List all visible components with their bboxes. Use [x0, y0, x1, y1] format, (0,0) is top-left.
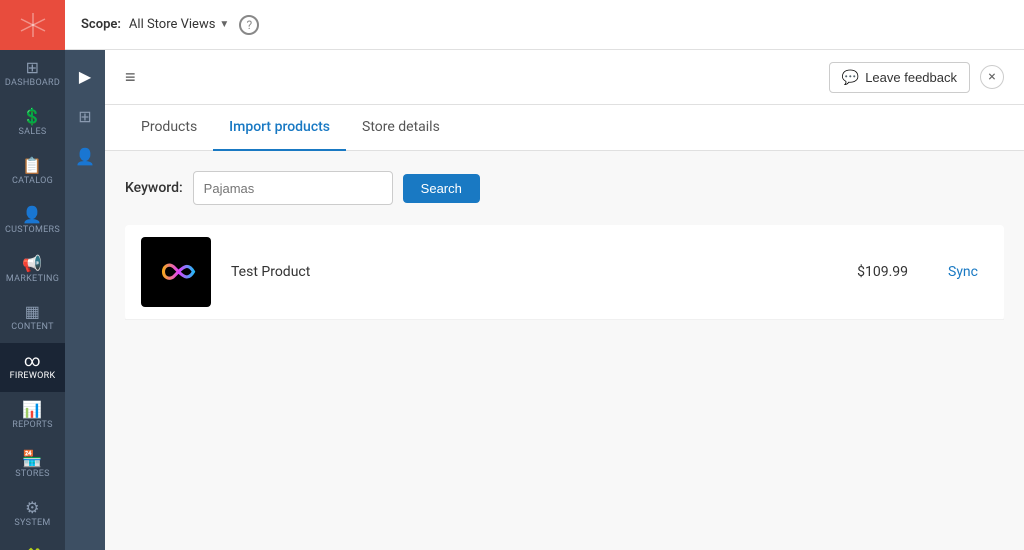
- sync-link[interactable]: Sync: [948, 264, 988, 280]
- sidebar-item-label: Catalog: [12, 177, 53, 187]
- sub-sidebar-user[interactable]: 👤: [67, 138, 103, 174]
- sidebar-item-label: Firework: [10, 372, 56, 382]
- main-area: Scope: All Store Views ▼ ? ▶ ⊞ 👤 ≡: [65, 0, 1024, 550]
- system-icon: ⚙: [25, 500, 40, 516]
- sidebar-item-catalog[interactable]: 📋 Catalog: [0, 148, 65, 197]
- play-icon: ▶: [79, 67, 91, 86]
- tab-store-details[interactable]: Store details: [346, 105, 456, 151]
- content-wrapper: ▶ ⊞ 👤 ≡ 💬 Leave feedback ×: [65, 50, 1024, 550]
- sidebar-item-system[interactable]: ⚙ System: [0, 490, 65, 539]
- close-icon: ×: [988, 69, 995, 85]
- tab-products[interactable]: Products: [125, 105, 213, 151]
- sidebar-item-label: Reports: [12, 421, 52, 431]
- sidebar-item-partners[interactable]: 🧩 Find Partners & Extensions: [0, 539, 65, 550]
- product-list: Test Product $109.99 Sync: [125, 225, 1004, 320]
- dashboard-icon: ⊞: [26, 60, 40, 76]
- main-panel: Keyword: Search: [105, 151, 1024, 550]
- sales-icon: 💲: [22, 109, 42, 125]
- stores-icon: 🏪: [22, 451, 42, 467]
- product-name: Test Product: [231, 264, 828, 280]
- page-header-right: 💬 Leave feedback ×: [829, 62, 1004, 93]
- sidebar-item-sales[interactable]: 💲 Sales: [0, 99, 65, 148]
- sidebar-item-label: System: [14, 519, 50, 529]
- sub-sidebar-grid[interactable]: ⊞: [67, 98, 103, 134]
- product-thumbnail: [141, 237, 211, 307]
- page-content: ≡ 💬 Leave feedback × Products Im: [105, 50, 1024, 550]
- sidebar-item-marketing[interactable]: 📢 Marketing: [0, 246, 65, 295]
- scope-value: All Store Views: [129, 17, 216, 32]
- sidebar-item-label: Marketing: [6, 275, 59, 285]
- scope-select[interactable]: All Store Views ▼: [129, 17, 229, 32]
- sidebar-item-dashboard[interactable]: ⊞ Dashboard: [0, 50, 65, 99]
- marketing-icon: 📢: [22, 256, 42, 272]
- tabs: Products Import products Store details: [105, 105, 1024, 151]
- hamburger-menu[interactable]: ≡: [125, 67, 136, 88]
- sidebar-nav: ⊞ Dashboard 💲 Sales 📋 Catalog 👤 Customer…: [0, 50, 65, 550]
- keyword-label: Keyword:: [125, 180, 183, 196]
- sidebar-item-reports[interactable]: 📊 Reports: [0, 392, 65, 441]
- sidebar-logo: [0, 0, 65, 50]
- reports-icon: 📊: [22, 402, 42, 418]
- sidebar-item-customers[interactable]: 👤 Customers: [0, 197, 65, 246]
- sidebar-item-label: Stores: [15, 470, 50, 480]
- sidebar-item-label: Sales: [18, 128, 46, 138]
- sidebar-item-firework[interactable]: ∞ Firework: [0, 343, 65, 392]
- sub-sidebar-play[interactable]: ▶: [67, 58, 103, 94]
- sub-sidebar: ▶ ⊞ 👤: [65, 50, 105, 550]
- keyword-input[interactable]: [193, 171, 393, 205]
- search-row: Keyword: Search: [125, 171, 1004, 205]
- grid-icon: ⊞: [78, 107, 91, 126]
- firework-icon: ∞: [24, 353, 41, 369]
- sidebar-item-label: Customers: [5, 226, 60, 236]
- table-row: Test Product $109.99 Sync: [125, 225, 1004, 320]
- user-icon: 👤: [75, 147, 95, 166]
- search-button[interactable]: Search: [403, 174, 480, 203]
- help-icon[interactable]: ?: [239, 15, 259, 35]
- scope-dropdown-arrow: ▼: [219, 19, 229, 30]
- feedback-icon: 💬: [842, 69, 859, 86]
- leave-feedback-label: Leave feedback: [865, 70, 957, 85]
- sidebar: ⊞ Dashboard 💲 Sales 📋 Catalog 👤 Customer…: [0, 0, 65, 550]
- tab-import-products[interactable]: Import products: [213, 105, 346, 151]
- customers-icon: 👤: [22, 207, 42, 223]
- product-price: $109.99: [828, 264, 908, 280]
- sidebar-item-label: Dashboard: [5, 79, 60, 89]
- content-icon: ▦: [25, 304, 40, 320]
- sidebar-item-stores[interactable]: 🏪 Stores: [0, 441, 65, 490]
- leave-feedback-button[interactable]: 💬 Leave feedback: [829, 62, 970, 93]
- topbar: Scope: All Store Views ▼ ?: [65, 0, 1024, 50]
- catalog-icon: 📋: [22, 158, 42, 174]
- sidebar-item-content[interactable]: ▦ Content: [0, 294, 65, 343]
- sidebar-item-label: Content: [11, 323, 54, 333]
- scope-label: Scope:: [81, 17, 121, 32]
- page-header: ≡ 💬 Leave feedback ×: [105, 50, 1024, 105]
- close-button[interactable]: ×: [980, 65, 1004, 89]
